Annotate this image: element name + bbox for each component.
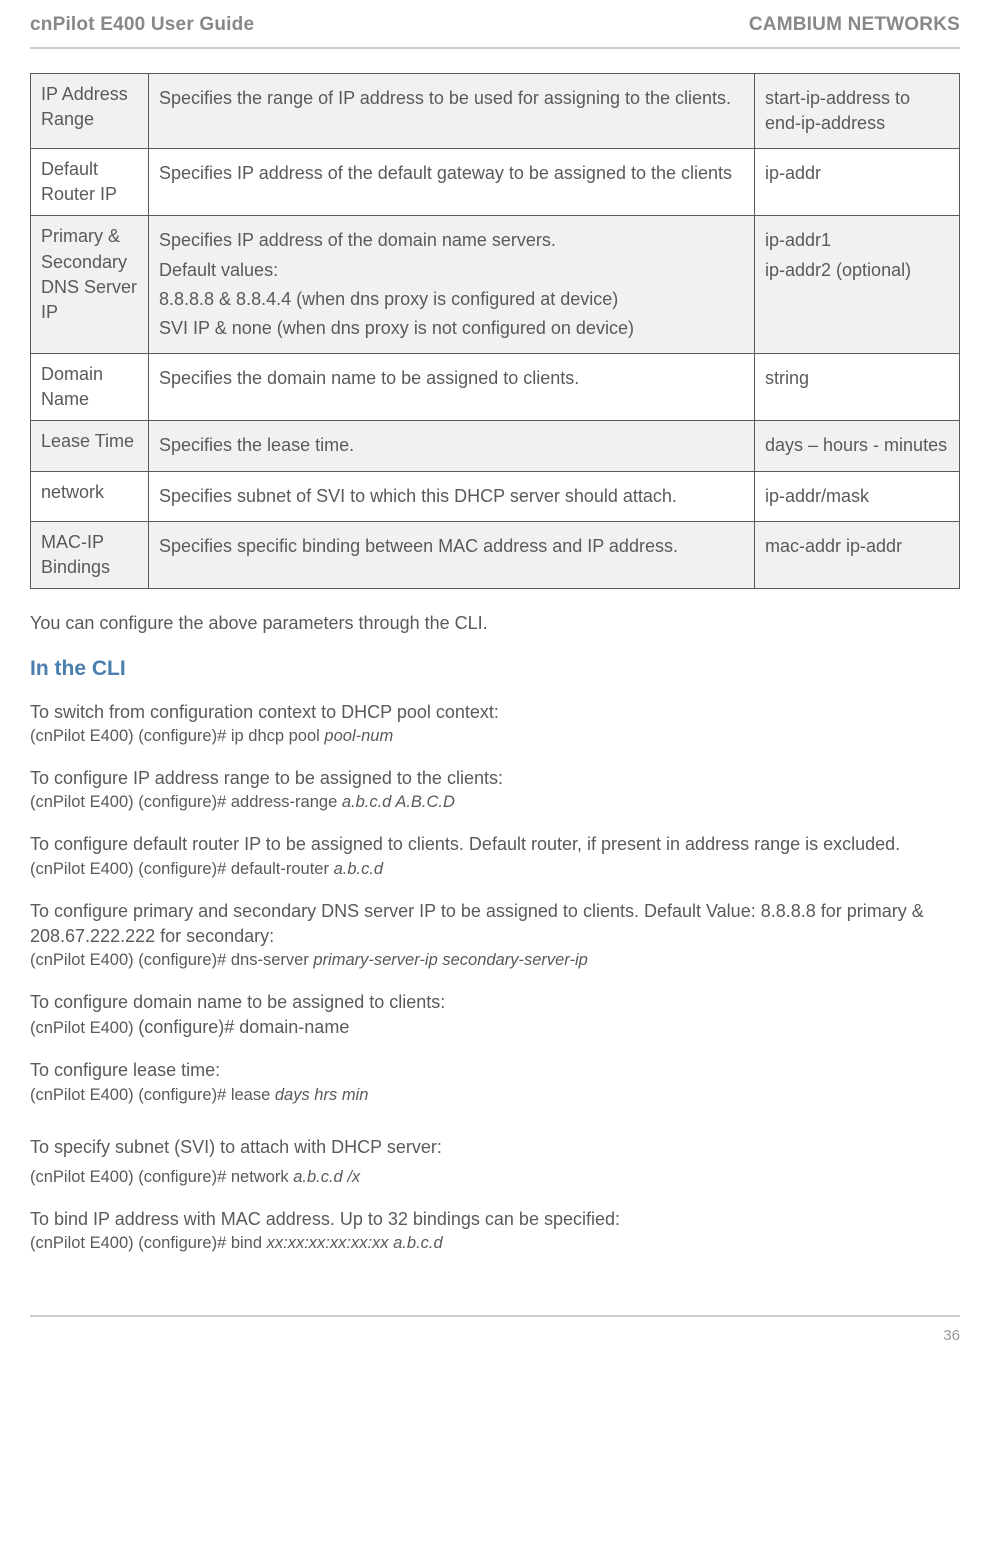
table-row: Primary & Secondary DNS Server IP Specifi… [31, 216, 960, 354]
cli-block: To bind IP address with MAC address. Up … [30, 1207, 960, 1255]
param-name-cell: Default Router IP [31, 148, 149, 215]
cli-command-prefix: (cnPilot E400) [30, 1019, 138, 1037]
cli-command-prefix: (cnPilot E400) (configure)# bind [30, 1234, 267, 1252]
header-title-left: cnPilot E400 User Guide [30, 12, 254, 39]
param-desc-cell: Specifies IP address of the default gate… [149, 148, 755, 215]
param-desc-line: 8.8.8.8 & 8.8.4.4 (when dns proxy is con… [159, 287, 744, 312]
cli-section-heading: In the CLI [30, 654, 960, 683]
param-name-cell: IP Address Range [31, 73, 149, 148]
param-desc-line: Specifies specific binding between MAC a… [159, 534, 744, 559]
param-value-line: ip-addr1 [765, 228, 949, 253]
cli-command-prefix: (cnPilot E400) (configure)# address-rang… [30, 793, 342, 811]
parameters-table: IP Address Range Specifies the range of I… [30, 73, 960, 590]
param-desc-line: SVI IP & none (when dns proxy is not con… [159, 316, 744, 341]
cli-command-variable: a.b.c.d /x [293, 1168, 360, 1186]
cli-block: To switch from configuration context to … [30, 700, 960, 748]
cli-command-prefix: (cnPilot E400) (configure)# dns-server [30, 951, 313, 969]
table-row: MAC-IP Bindings Specifies specific bindin… [31, 521, 960, 588]
param-value-cell: mac-addr ip-addr [755, 521, 960, 588]
cli-block: To configure default router IP to be ass… [30, 832, 960, 880]
page-footer: 36 [30, 1315, 960, 1346]
param-desc-cell: Specifies subnet of SVI to which this DH… [149, 471, 755, 521]
cli-command-text: (cnPilot E400) (configure)# default-rout… [30, 858, 960, 881]
cli-command-variable: pool-num [324, 727, 393, 745]
cli-intro-text: To specify subnet (SVI) to attach with D… [30, 1135, 960, 1160]
cli-command-suffix: (configure)# domain-name [138, 1017, 349, 1037]
cli-command-text: (cnPilot E400) (configure)# network a.b.… [30, 1166, 960, 1189]
param-value-line: ip-addr/mask [765, 484, 949, 509]
cli-command-prefix: (cnPilot E400) (configure)# network [30, 1168, 293, 1186]
cli-intro-text: To configure IP address range to be assi… [30, 766, 960, 791]
param-name-cell: MAC-IP Bindings [31, 521, 149, 588]
cli-block: To configure primary and secondary DNS s… [30, 899, 960, 972]
cli-command-variable: a.b.c.d [334, 860, 384, 878]
cli-command-variable: days hrs min [275, 1086, 369, 1104]
param-value-line: string [765, 366, 949, 391]
param-desc-line: Specifies subnet of SVI to which this DH… [159, 484, 744, 509]
param-value-cell: ip-addr/mask [755, 471, 960, 521]
param-name-cell: Primary & Secondary DNS Server IP [31, 216, 149, 354]
cli-command-list: To switch from configuration context to … [30, 700, 960, 1107]
param-desc-cell: Specifies specific binding between MAC a… [149, 521, 755, 588]
cli-intro-text: To configure primary and secondary DNS s… [30, 899, 960, 949]
cli-intro-text: To bind IP address with MAC address. Up … [30, 1207, 960, 1232]
cli-command-text: (cnPilot E400) (configure)# ip dhcp pool… [30, 725, 960, 748]
param-value-cell: start-ip-address to end-ip-address [755, 73, 960, 148]
cli-command-text: (cnPilot E400) (configure)# bind xx:xx:x… [30, 1232, 960, 1255]
cli-command-prefix: (cnPilot E400) (configure)# default-rout… [30, 860, 334, 878]
param-desc-line: Specifies the range of IP address to be … [159, 86, 744, 111]
param-desc-line: Default values: [159, 258, 744, 283]
header-title-right: CAMBIUM NETWORKS [749, 12, 960, 39]
cli-block: To configure IP address range to be assi… [30, 766, 960, 814]
table-row: network Specifies subnet of SVI to which … [31, 471, 960, 521]
cli-command-variable: xx:xx:xx:xx:xx:xx a.b.c.d [267, 1234, 443, 1252]
param-name-cell: Domain Name [31, 354, 149, 421]
table-row: IP Address Range Specifies the range of I… [31, 73, 960, 148]
cli-command-list-extra: To specify subnet (SVI) to attach with D… [30, 1135, 960, 1256]
page-header: cnPilot E400 User Guide CAMBIUM NETWORKS [30, 0, 960, 49]
param-value-cell: ip-addr1 ip-addr2 (optional) [755, 216, 960, 354]
param-value-cell: ip-addr [755, 148, 960, 215]
param-value-line: ip-addr [765, 161, 949, 186]
param-desc-line: Specifies IP address of the domain name … [159, 228, 744, 253]
param-name-cell: Lease Time [31, 421, 149, 471]
cli-block: To configure lease time:(cnPilot E400) (… [30, 1058, 960, 1106]
param-name-cell: network [31, 471, 149, 521]
cli-command-text: (cnPilot E400) (configure)# domain-name [30, 1015, 960, 1040]
param-value-line: days – hours - minutes [765, 433, 949, 458]
cli-block: To configure domain name to be assigned … [30, 990, 960, 1040]
param-value-cell: string [755, 354, 960, 421]
cli-command-text: (cnPilot E400) (configure)# address-rang… [30, 791, 960, 814]
param-value-line: mac-addr ip-addr [765, 534, 949, 559]
cli-command-variable: a.b.c.d A.B.C.D [342, 793, 455, 811]
table-row: Domain Name Specifies the domain name to … [31, 354, 960, 421]
table-row: Default Router IP Specifies IP address of… [31, 148, 960, 215]
param-desc-cell: Specifies the lease time. [149, 421, 755, 471]
param-desc-cell: Specifies the domain name to be assigned… [149, 354, 755, 421]
param-desc-cell: Specifies the range of IP address to be … [149, 73, 755, 148]
param-value-line: ip-addr2 (optional) [765, 258, 949, 283]
table-row: Lease Time Specifies the lease time. days … [31, 421, 960, 471]
cli-command-text: (cnPilot E400) (configure)# dns-server p… [30, 949, 960, 972]
cli-command-text: (cnPilot E400) (configure)# lease days h… [30, 1084, 960, 1107]
page-number: 36 [943, 1327, 960, 1344]
cli-intro-text: To configure default router IP to be ass… [30, 832, 960, 857]
param-value-cell: days – hours - minutes [755, 421, 960, 471]
param-desc-line: Specifies the domain name to be assigned… [159, 366, 744, 391]
cli-intro-text: To switch from configuration context to … [30, 700, 960, 725]
cli-intro-text: To configure lease time: [30, 1058, 960, 1083]
param-desc-line: Specifies the lease time. [159, 433, 744, 458]
cli-intro-text: To configure domain name to be assigned … [30, 990, 960, 1015]
after-table-paragraph: You can configure the above parameters t… [30, 611, 960, 636]
param-value-line: start-ip-address to end-ip-address [765, 86, 949, 136]
cli-command-variable: primary-server-ip secondary-server-ip [313, 951, 587, 969]
param-desc-line: Specifies IP address of the default gate… [159, 161, 744, 186]
cli-command-prefix: (cnPilot E400) (configure)# ip dhcp pool [30, 727, 324, 745]
cli-command-prefix: (cnPilot E400) (configure)# lease [30, 1086, 275, 1104]
param-desc-cell: Specifies IP address of the domain name … [149, 216, 755, 354]
cli-block: To specify subnet (SVI) to attach with D… [30, 1135, 960, 1189]
page-content: IP Address Range Specifies the range of I… [30, 49, 960, 1256]
